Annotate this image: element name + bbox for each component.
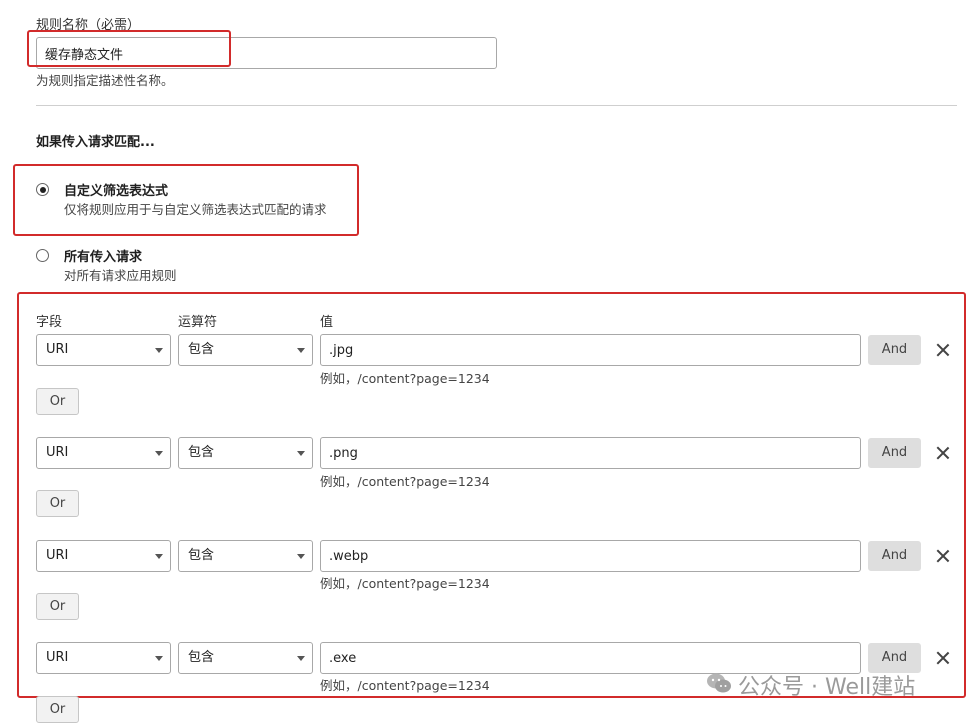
wechat-icon bbox=[707, 673, 731, 693]
operator-select-value: 包含 bbox=[188, 342, 215, 357]
field-select-value: URI bbox=[46, 342, 69, 357]
or-button[interactable]: Or bbox=[36, 696, 79, 723]
chevron-down-icon bbox=[297, 348, 305, 353]
operator-select-value: 包含 bbox=[188, 548, 215, 563]
or-button[interactable]: Or bbox=[36, 593, 79, 620]
close-icon[interactable] bbox=[936, 343, 950, 357]
field-select-value: URI bbox=[46, 445, 69, 460]
section-divider bbox=[36, 105, 957, 106]
option-all-desc: 对所有请求应用规则 bbox=[64, 268, 177, 283]
value-input[interactable] bbox=[320, 437, 861, 469]
highlight-rule-name bbox=[27, 30, 231, 67]
operator-select[interactable]: 包含 bbox=[178, 334, 313, 366]
watermark-text: 公众号 · Well建站 bbox=[738, 675, 916, 700]
operator-select-value: 包含 bbox=[188, 445, 215, 460]
operator-select[interactable]: 包含 bbox=[178, 540, 313, 572]
operator-select-value: 包含 bbox=[188, 650, 215, 665]
or-button[interactable]: Or bbox=[36, 490, 79, 517]
chevron-down-icon bbox=[297, 656, 305, 661]
header-operator: 运算符 bbox=[178, 315, 218, 330]
value-hint: 例如，/content?page=1234 bbox=[320, 576, 490, 591]
highlight-custom-expression bbox=[13, 164, 359, 236]
chevron-down-icon bbox=[297, 554, 305, 559]
value-hint: 例如，/content?page=1234 bbox=[320, 678, 490, 693]
operator-select[interactable]: 包含 bbox=[178, 642, 313, 674]
header-value: 值 bbox=[320, 315, 334, 330]
rule-name-hint: 为规则指定描述性名称。 bbox=[36, 73, 174, 88]
field-select[interactable]: URI bbox=[36, 642, 171, 674]
option-all-title: 所有传入请求 bbox=[64, 250, 143, 265]
radio-all-requests[interactable] bbox=[36, 249, 49, 262]
field-select[interactable]: URI bbox=[36, 437, 171, 469]
value-hint: 例如，/content?page=1234 bbox=[320, 371, 490, 386]
close-icon[interactable] bbox=[936, 549, 950, 563]
and-button[interactable]: And bbox=[868, 438, 921, 468]
chevron-down-icon bbox=[155, 348, 163, 353]
or-button[interactable]: Or bbox=[36, 388, 79, 415]
chevron-down-icon bbox=[155, 656, 163, 661]
chevron-down-icon bbox=[297, 451, 305, 456]
field-select-value: URI bbox=[46, 650, 69, 665]
field-select[interactable]: URI bbox=[36, 334, 171, 366]
field-select-value: URI bbox=[46, 548, 69, 563]
chevron-down-icon bbox=[155, 451, 163, 456]
match-heading: 如果传入请求匹配... bbox=[36, 135, 155, 150]
header-field: 字段 bbox=[36, 315, 63, 330]
chevron-down-icon bbox=[155, 554, 163, 559]
value-input[interactable] bbox=[320, 334, 861, 366]
and-button[interactable]: And bbox=[868, 541, 921, 571]
operator-select[interactable]: 包含 bbox=[178, 437, 313, 469]
field-select[interactable]: URI bbox=[36, 540, 171, 572]
close-icon[interactable] bbox=[936, 651, 950, 665]
value-hint: 例如，/content?page=1234 bbox=[320, 474, 490, 489]
value-input[interactable] bbox=[320, 540, 861, 572]
and-button[interactable]: And bbox=[868, 335, 921, 365]
close-icon[interactable] bbox=[936, 446, 950, 460]
